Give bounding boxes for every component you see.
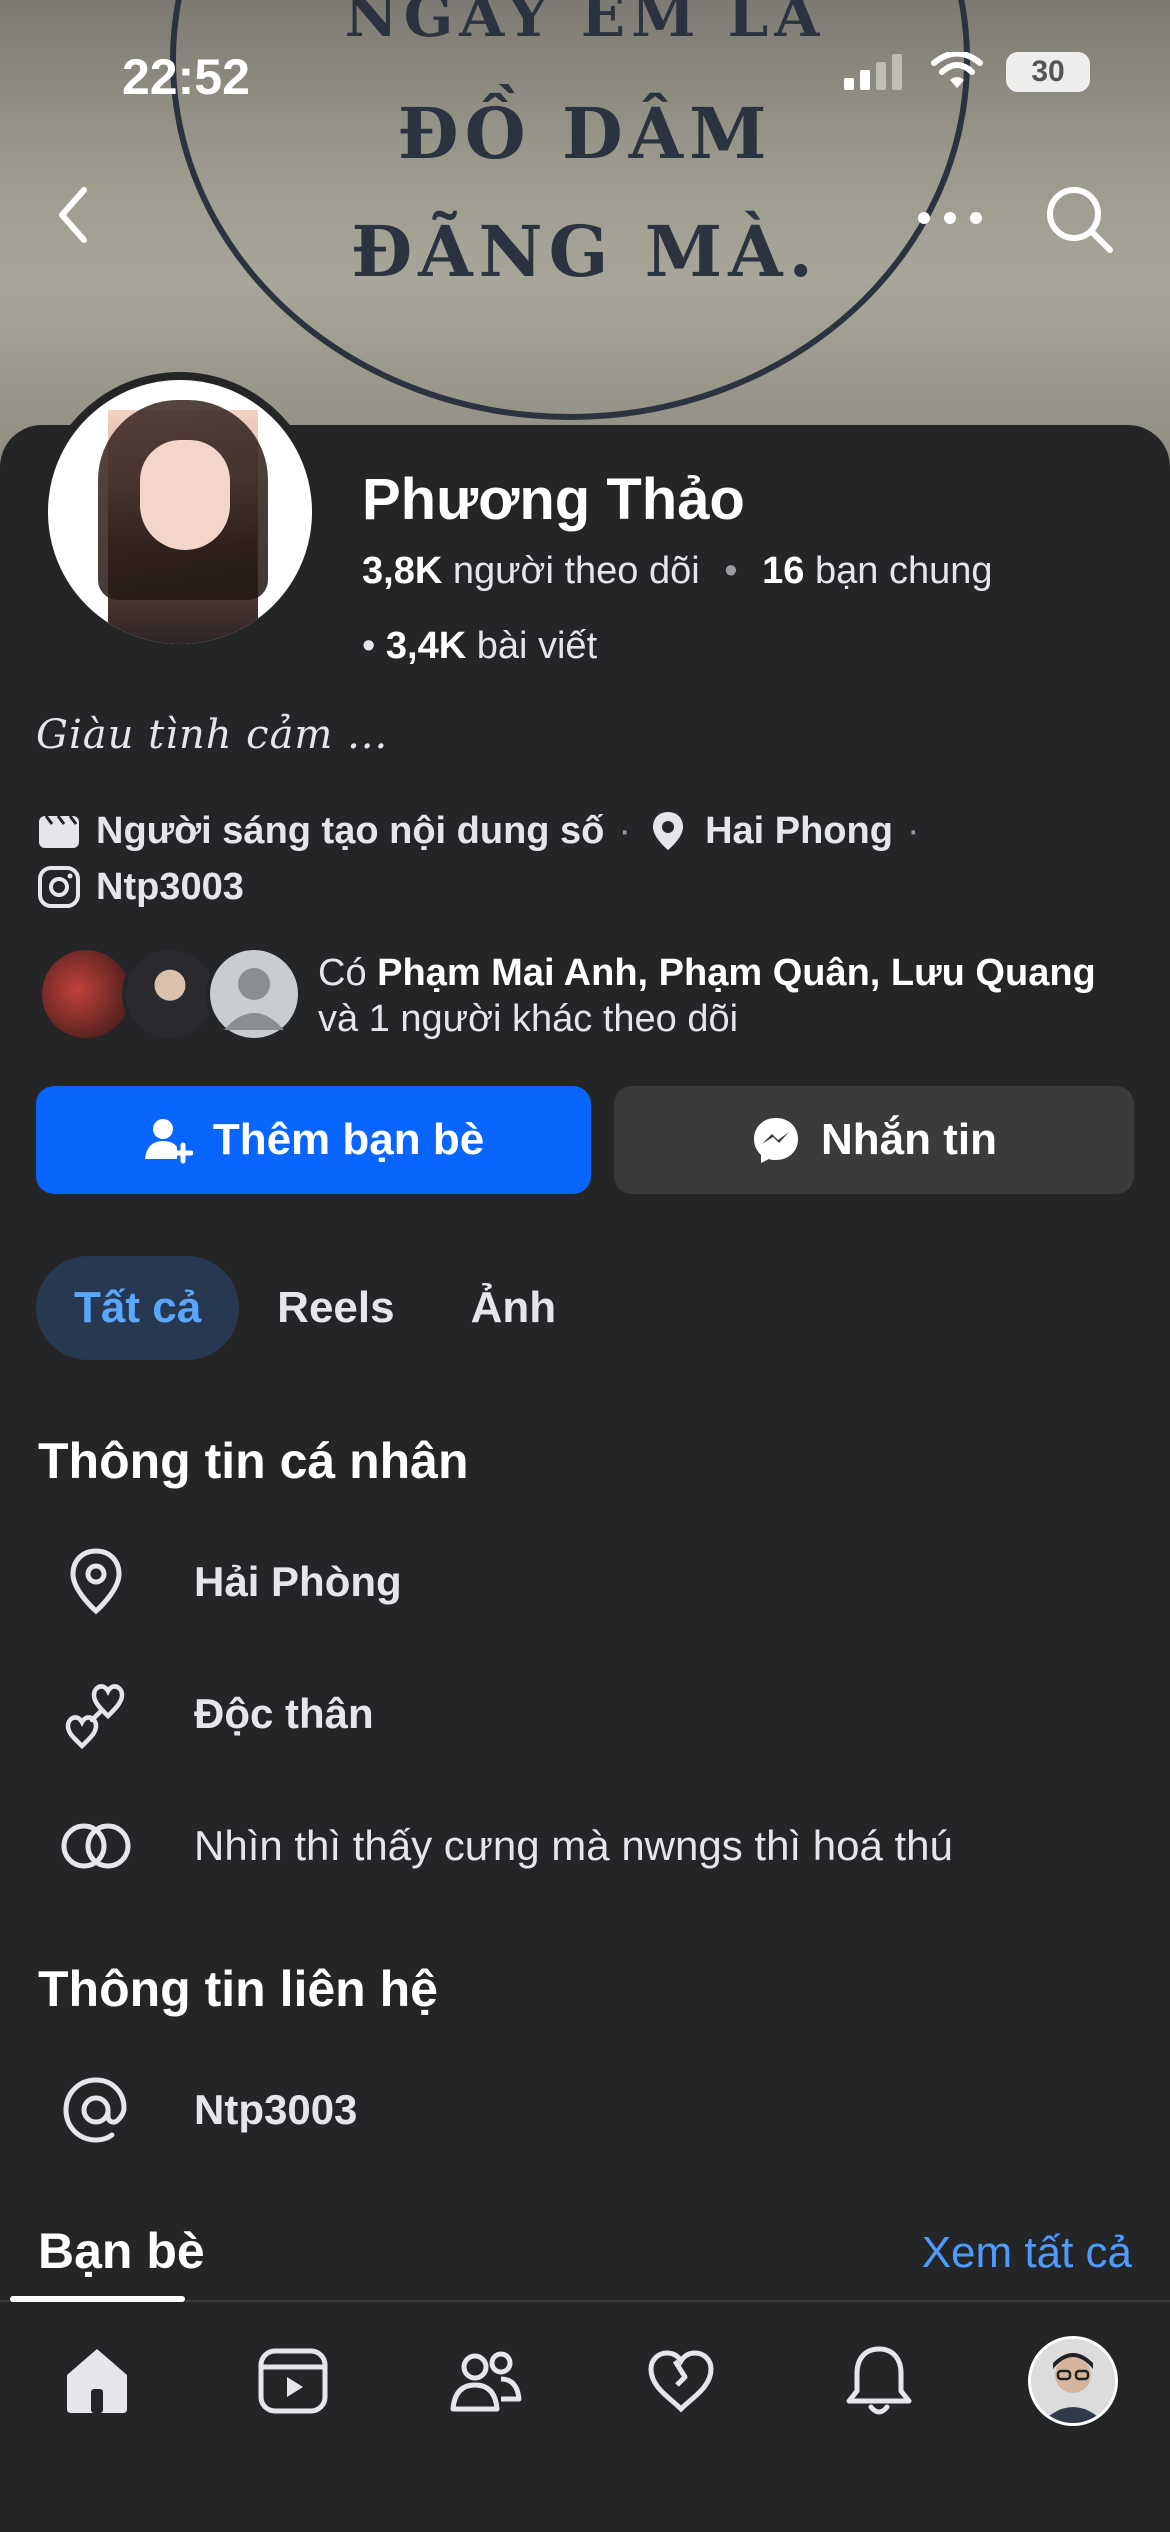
posts-count: 3,4K <box>385 625 467 667</box>
detail-contact-handle: Ntp3003 <box>58 2072 357 2148</box>
profile-stats: 3,8K người theo dõi • 16 bạn chung <box>362 550 993 592</box>
detail-hometown: Hải Phòng <box>58 1544 402 1620</box>
back-icon[interactable] <box>50 180 110 250</box>
see-all-friends-link[interactable]: Xem tất cả <box>922 2228 1132 2278</box>
messenger-icon <box>754 1118 798 1163</box>
detail-interest: Nhìn thì thấy cưng mà nwngs thì hoá thú <box>58 1808 953 1884</box>
mutual-count[interactable]: 16 <box>762 550 804 592</box>
contact-info-title: Thông tin liên hệ <box>38 1961 438 2017</box>
battery-indicator: 30 <box>1006 52 1090 92</box>
location-pin-icon <box>653 812 684 850</box>
hearts-icon <box>65 1684 125 1750</box>
active-tab-indicator <box>10 2296 185 2302</box>
mutual-followers-text: Có Phạm Mai Anh, Phạm Quân, Lưu Quang và… <box>318 952 1096 1040</box>
mutual-followers[interactable]: Có Phạm Mai Anh, Phạm Quân, Lưu Quang và… <box>38 946 1138 1046</box>
followers-count[interactable]: 3,8K <box>362 550 442 592</box>
tab-reels[interactable]: Reels <box>239 1256 432 1360</box>
add-friend-button[interactable]: Thêm bạn bè <box>36 1086 591 1194</box>
contact-handle-text[interactable]: Ntp3003 <box>194 2086 357 2134</box>
detail-relationship: Độc thân <box>58 1676 374 1752</box>
personal-info-title: Thông tin cá nhân <box>38 1433 469 1489</box>
profile-bio: Giàu tình cảm ... <box>36 712 389 758</box>
tab-friends[interactable] <box>440 2336 530 2426</box>
profile-tabs: Tất cả Reels Ảnh <box>36 1256 594 1360</box>
mutual-avatar-1 <box>38 946 134 1042</box>
wifi-icon <box>931 52 983 88</box>
clapperboard-icon <box>39 815 79 848</box>
at-sign-icon <box>63 2077 127 2143</box>
followers-label[interactable]: người theo dõi <box>453 550 700 592</box>
profile-posts-stat: • 3,4K bài viết <box>362 625 598 667</box>
interlocked-rings-icon <box>61 1823 131 1869</box>
home-icon <box>67 2349 127 2413</box>
profile-avatar[interactable] <box>40 372 320 652</box>
posts-label: bài viết <box>476 625 598 667</box>
search-icon[interactable] <box>1040 180 1120 260</box>
bell-icon <box>846 2346 912 2415</box>
add-friend-label: Thêm bạn bè <box>212 1115 485 1164</box>
tab-all[interactable]: Tất cả <box>36 1256 240 1360</box>
tab-video[interactable] <box>248 2336 338 2426</box>
tab-photos[interactable]: Ảnh <box>433 1256 595 1360</box>
interest-text: Nhìn thì thấy cưng mà nwngs thì hoá thú <box>194 1822 953 1869</box>
signal-icon <box>844 54 902 90</box>
tab-home[interactable] <box>52 2336 142 2426</box>
cover-text-line-3: ĐÃNG MÀ. <box>351 210 819 293</box>
message-label: Nhắn tin <box>821 1115 997 1164</box>
mutual-avatar-2 <box>122 946 218 1042</box>
heart-icon <box>648 2350 714 2413</box>
instagram-icon <box>38 866 80 908</box>
add-friend-icon <box>144 1119 193 1164</box>
more-options-icon[interactable] <box>910 200 990 236</box>
user-avatar <box>1031 2339 1115 2423</box>
message-button[interactable]: Nhắn tin <box>614 1086 1134 1194</box>
status-time: 22:52 <box>122 49 250 105</box>
default-user-icon <box>224 968 284 1030</box>
info-row-category-location: Người sáng tạo nội dung số · Hai Phong · <box>36 808 934 854</box>
mutual-avatar-3 <box>206 946 302 1042</box>
profile-name: Phương Thảo <box>362 467 745 532</box>
cover-text-line-1: NGAY EM LÀ <box>344 0 826 50</box>
friends-icon <box>450 2351 522 2412</box>
hometown-text[interactable]: Hải Phòng <box>194 1558 402 1606</box>
relationship-text: Độc thân <box>194 1690 374 1737</box>
tab-notifications[interactable] <box>834 2336 924 2426</box>
tab-profile-avatar[interactable] <box>1028 2336 1118 2426</box>
instagram-handle[interactable]: Ntp3003 <box>96 866 244 909</box>
info-row-instagram[interactable]: Ntp3003 <box>36 864 244 910</box>
friends-title: Bạn bè <box>38 2223 205 2279</box>
bottom-tab-bar <box>0 2300 1170 2532</box>
location-pin-icon <box>70 1548 122 1615</box>
mutual-label[interactable]: bạn chung <box>815 550 993 592</box>
location-text[interactable]: Hai Phong <box>705 810 893 853</box>
video-icon <box>258 2348 328 2414</box>
tab-dating[interactable] <box>636 2336 726 2426</box>
creator-category: Người sáng tạo nội dung số <box>96 809 605 852</box>
status-icons: 30 <box>844 52 1090 92</box>
